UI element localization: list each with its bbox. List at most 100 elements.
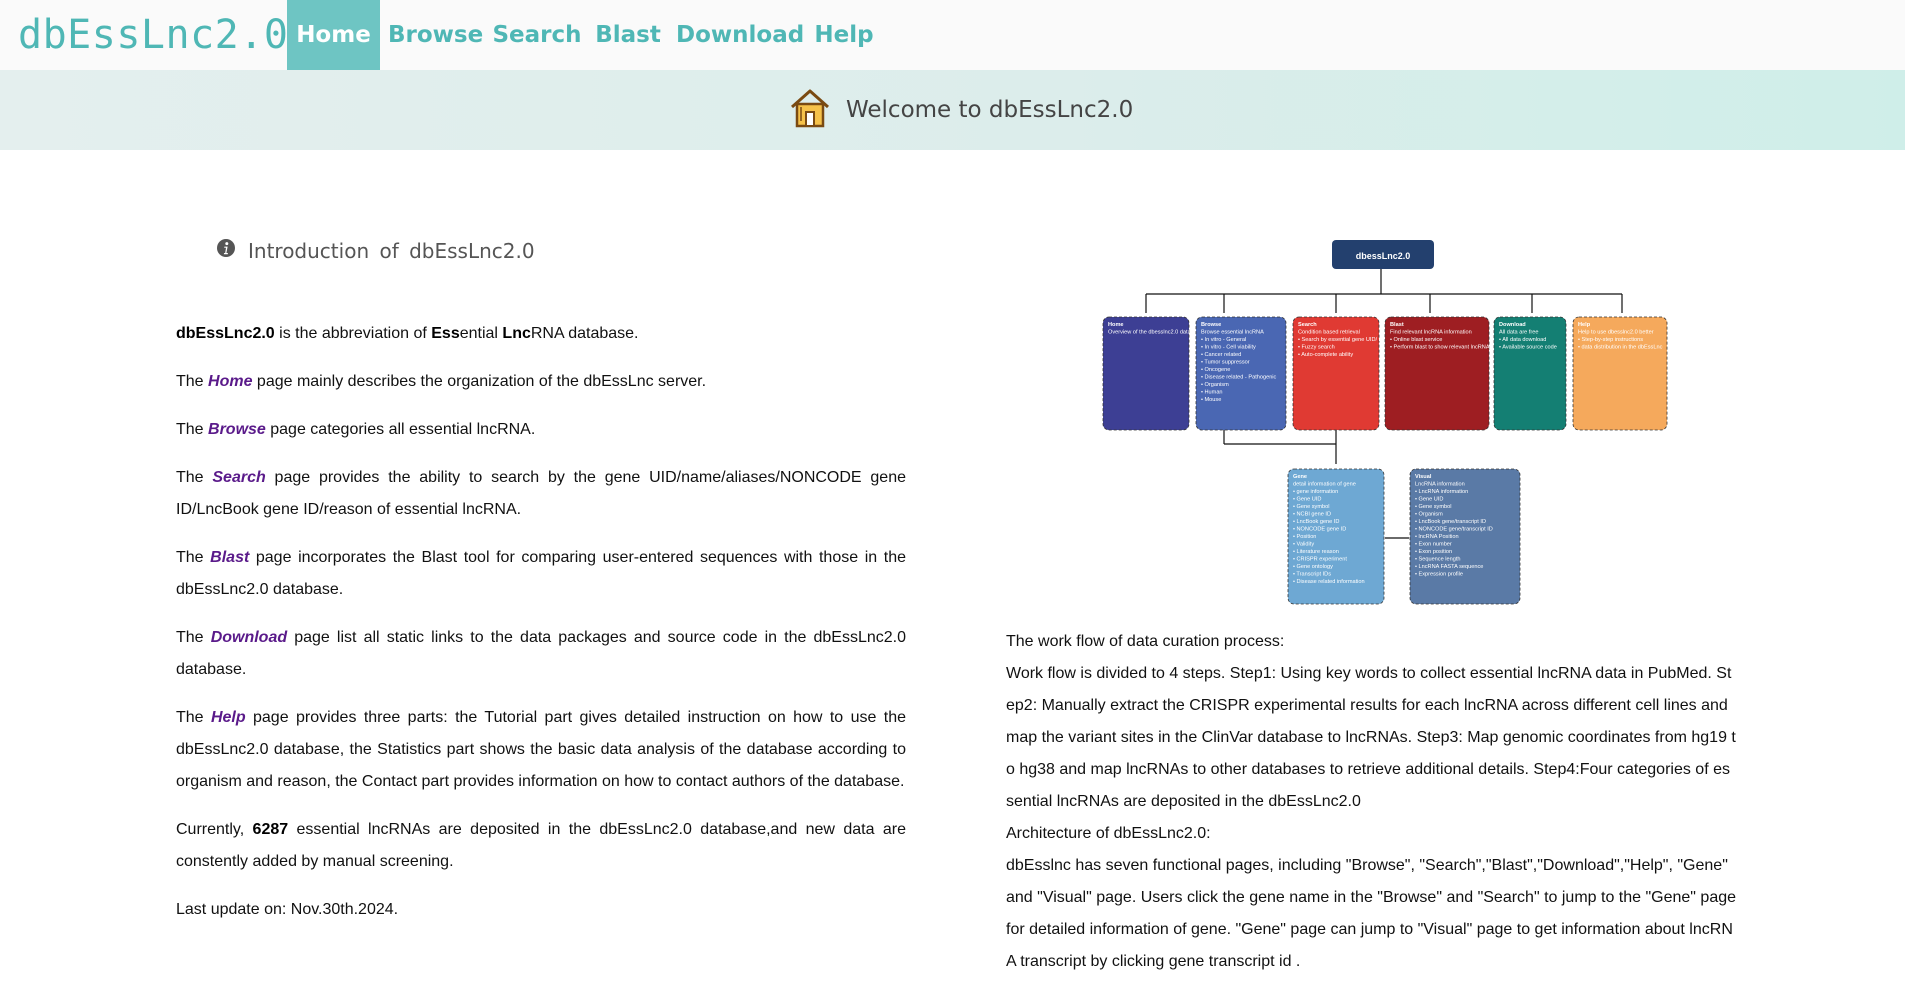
intro-paragraph: The Download page list all static links …	[176, 622, 906, 686]
text-bold: Lnc	[502, 325, 531, 342]
workflow-description: Work flow is divided to 4 steps. Step1: …	[1006, 665, 1736, 810]
diagram-box-text: Help to use dbesslnc2.0 better	[1578, 330, 1654, 336]
lncrna-count: 6287	[252, 821, 289, 838]
text: page provides the ability to search by t…	[176, 469, 907, 518]
diagram-box-text: • gene information	[1293, 489, 1338, 495]
diagram-box-text: • lncRNA Position	[1415, 534, 1459, 540]
diagram-box-text: • data distribution in the dbEssLnc	[1578, 345, 1663, 351]
text: The	[176, 469, 213, 486]
intro-heading-text: Introduction of dbEssLnc2.0	[248, 238, 535, 263]
diagram-box-text: • Fuzzy search	[1298, 345, 1335, 351]
diagram-box-text: • NCBI gene ID	[1293, 512, 1331, 518]
diagram-box-text: • CRISPR experiment	[1293, 557, 1347, 563]
diagram-box-text: • Disease related information	[1293, 579, 1365, 585]
diagram-box-text: • In vitro - Cell viability	[1201, 345, 1256, 351]
text: is the abbreviation of	[274, 325, 432, 342]
diagram-box-text: • Transcript IDs	[1293, 572, 1331, 578]
diagram-box-text: • LncRNA information	[1415, 489, 1468, 495]
diagram-box-text: Download	[1499, 322, 1526, 328]
diagram-box-text: detail information of gene	[1293, 482, 1356, 488]
browse-page-link[interactable]: Browse	[208, 421, 266, 438]
diagram-box-text: • Organism	[1415, 512, 1443, 518]
diagram-box-text: • Gene symbol	[1293, 504, 1329, 510]
diagram-box-text: • LncBook gene ID	[1293, 519, 1339, 525]
diagram-box-text: • Exon number	[1415, 542, 1452, 548]
diagram-box-text: Browse	[1201, 322, 1221, 328]
diagram-box-text: • In vitro - General	[1201, 337, 1246, 343]
diagram-box-text: Gene	[1293, 474, 1307, 480]
text: page provides three parts: the Tutorial …	[176, 709, 906, 790]
site-logo[interactable]: dbEssLnc2.0	[18, 8, 288, 62]
text: page incorporates the Blast tool for com…	[176, 549, 907, 598]
diagram-box-text: Overview of the dbesslnc2.0 database	[1108, 330, 1203, 336]
home-icon	[788, 87, 832, 134]
diagram-box-text: • Human	[1201, 390, 1223, 396]
last-update: Last update on: Nov.30th.2024.	[176, 901, 399, 918]
nav-browse[interactable]: Browse	[388, 0, 483, 70]
download-page-link[interactable]: Download	[211, 629, 287, 646]
text: RNA database.	[530, 325, 639, 342]
nav-blast[interactable]: Blast	[593, 0, 663, 70]
diagram-box-text: • Organism	[1201, 382, 1229, 388]
diagram-box-text: • Oncogene	[1201, 367, 1230, 373]
diagram-box-text: Search	[1298, 322, 1317, 328]
diagram-box-text: • Auto-complete ability	[1298, 352, 1353, 358]
intro-text: dbEssLnc2.0 is the abbreviation of Essen…	[176, 318, 906, 942]
diagram-box-text: • Validity	[1293, 542, 1314, 548]
text-bold: Ess	[431, 325, 460, 342]
diagram-box-text: Condition based retrieval	[1298, 330, 1360, 336]
diagram-box-text: • All data download	[1499, 337, 1546, 343]
nav-home[interactable]: Home	[287, 0, 380, 70]
nav-help[interactable]: Help	[812, 0, 876, 70]
diagram-box-text: LncRNA information	[1415, 482, 1465, 488]
workflow-text: The work flow of data curation process: …	[1006, 626, 1736, 978]
diagram-box-text: • Cancer related	[1201, 352, 1241, 358]
diagram-box-text: • Literature reason	[1293, 549, 1339, 555]
nav-search[interactable]: Search	[490, 0, 584, 70]
blast-page-link[interactable]: Blast	[210, 549, 249, 566]
text: ential	[459, 325, 503, 342]
diagram-box-text: Find relevant lncRNA information	[1390, 330, 1472, 336]
text: Currently,	[176, 821, 253, 838]
intro-paragraph: The Help page provides three parts: the …	[176, 702, 906, 798]
home-page-link[interactable]: Home	[208, 373, 252, 390]
diagram-box-text: • LncRNA FASTA sequence	[1415, 564, 1483, 570]
diagram-box-text: Blast	[1390, 322, 1404, 328]
diagram-box-text: • Sequence length	[1415, 557, 1461, 563]
diagram-box-text: • Tumor suppressor	[1201, 360, 1250, 366]
diagram-box-text: • Available source code	[1499, 345, 1557, 351]
text: The	[176, 421, 209, 438]
diagram-box-text: Home	[1108, 322, 1124, 328]
intro-paragraph: The Search page provides the ability to …	[176, 462, 906, 526]
workflow-heading: The work flow of data curation process:	[1006, 633, 1285, 650]
diagram-box-text: • Step-by-step instructions	[1578, 337, 1643, 343]
diagram-box-text: • Online blast service	[1390, 337, 1442, 343]
diagram-box-text: • Gene symbol	[1415, 504, 1451, 510]
architecture-description: dbEsslnc has seven functional pages, inc…	[1006, 857, 1737, 970]
diagram-box-text: • Expression profile	[1415, 572, 1463, 578]
diagram-box-text: • Position	[1293, 534, 1316, 540]
intro-paragraph: The Browse page categories all essential…	[176, 414, 906, 446]
welcome-banner: Welcome to dbEssLnc2.0	[0, 70, 1905, 150]
intro-paragraph: The Home page mainly describes the organ…	[176, 366, 906, 398]
architecture-heading: Architecture of dbEssLnc2.0:	[1006, 825, 1211, 842]
nav-download[interactable]: Download	[676, 0, 804, 70]
intro-paragraph: The Blast page incorporates the Blast to…	[176, 542, 906, 606]
help-page-link[interactable]: Help	[211, 709, 246, 726]
diagram-box-text: • NONCODE gene ID	[1293, 527, 1346, 533]
top-navbar: dbEssLnc2.0 Home Browse Search Blast Dow…	[0, 0, 1905, 71]
info-icon	[216, 238, 236, 263]
diagram-box-text: • LncBook gene/transcript ID	[1415, 519, 1486, 525]
intro-paragraph: dbEssLnc2.0 is the abbreviation of Essen…	[176, 318, 906, 350]
intro-paragraph: Currently, 6287 essential lncRNAs are de…	[176, 814, 906, 878]
diagram-box-text: • Gene UID	[1415, 497, 1443, 503]
text: The	[176, 629, 211, 646]
text: The	[176, 373, 209, 390]
banner-title: Welcome to dbEssLnc2.0	[846, 97, 1134, 123]
architecture-diagram: Home Overview of the dbesslnc2.0 database…	[1102, 240, 1668, 605]
text: The	[176, 709, 211, 726]
search-page-link[interactable]: Search	[212, 469, 265, 486]
diagram-box-text: • NONCODE gene/transcript ID	[1415, 527, 1493, 533]
db-name: dbEssLnc2.0	[176, 325, 275, 342]
intro-heading: Introduction of dbEssLnc2.0	[216, 238, 535, 263]
